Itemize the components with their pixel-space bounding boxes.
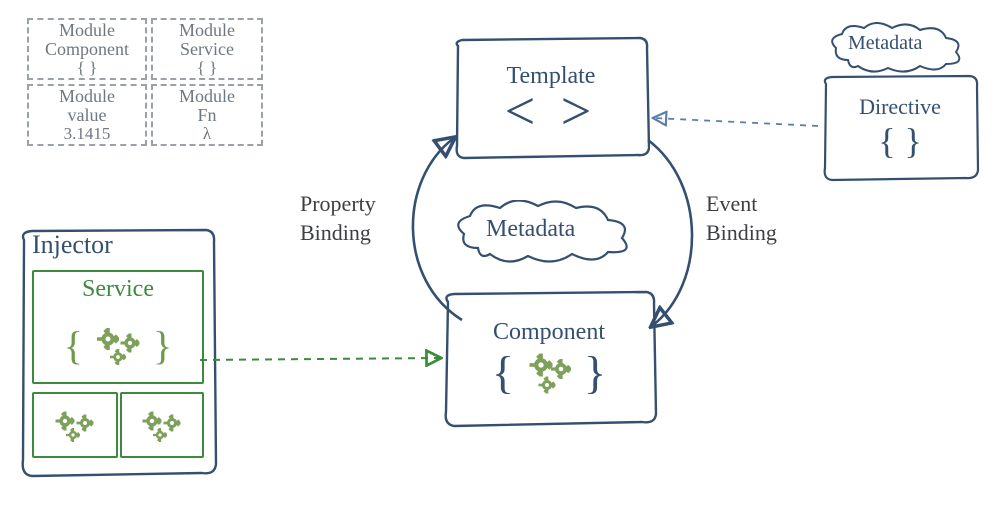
directive-card: Directive { } [820, 74, 980, 182]
arrow-directive-to-template [654, 118, 818, 126]
module-sub: value [29, 106, 145, 125]
module-label: Module [153, 87, 261, 106]
property-binding-label: Property Binding [300, 190, 376, 247]
module-label: Module [153, 21, 261, 40]
service-small-box [32, 392, 118, 458]
module-component: Module Component { } [27, 18, 147, 80]
module-sub: Component [29, 40, 145, 59]
gears-icon [516, 346, 582, 400]
module-label: Module [29, 21, 145, 40]
module-label: Module [29, 87, 145, 106]
brace-right-icon: } [584, 346, 606, 399]
template-card: Template < > [452, 36, 650, 160]
angle-brackets-icon: < > [505, 90, 597, 133]
lambda-icon: λ [153, 125, 261, 143]
injector-panel: Injector Service { } [18, 228, 218, 478]
gears-icon [130, 401, 194, 449]
metadata-directive-label: Metadata [848, 32, 922, 55]
braces-icon: { } [29, 59, 145, 77]
directive-title: Directive [859, 94, 941, 120]
component-card: Component { } [440, 290, 658, 428]
brace-right-icon: } [153, 322, 172, 369]
gears-icon [83, 319, 153, 371]
module-service: Module Service { } [151, 18, 263, 80]
module-sub: Fn [153, 106, 261, 125]
service-box: Service { } [32, 270, 204, 384]
value-icon: 3.1415 [29, 125, 145, 143]
injector-title: Injector [32, 230, 113, 260]
service-title: Service [34, 276, 202, 303]
module-grid: Module Component { } Module Service { } … [27, 18, 263, 146]
braces-icon: { } [153, 59, 261, 77]
module-value: Module value 3.1415 [27, 84, 147, 146]
module-sub: Service [153, 40, 261, 59]
event-binding-label: Event Binding [706, 190, 777, 247]
service-small-box [120, 392, 204, 458]
braces-icon: { } [878, 120, 922, 162]
gears-icon [43, 401, 107, 449]
module-fn: Module Fn λ [151, 84, 263, 146]
brace-left-icon: { [492, 346, 514, 399]
brace-left-icon: { [64, 322, 83, 369]
metadata-center-label: Metadata [486, 216, 575, 243]
arrow-service-to-component [200, 358, 440, 360]
component-title: Component [493, 319, 605, 346]
diagram-stage: Module Component { } Module Service { } … [0, 0, 1006, 521]
